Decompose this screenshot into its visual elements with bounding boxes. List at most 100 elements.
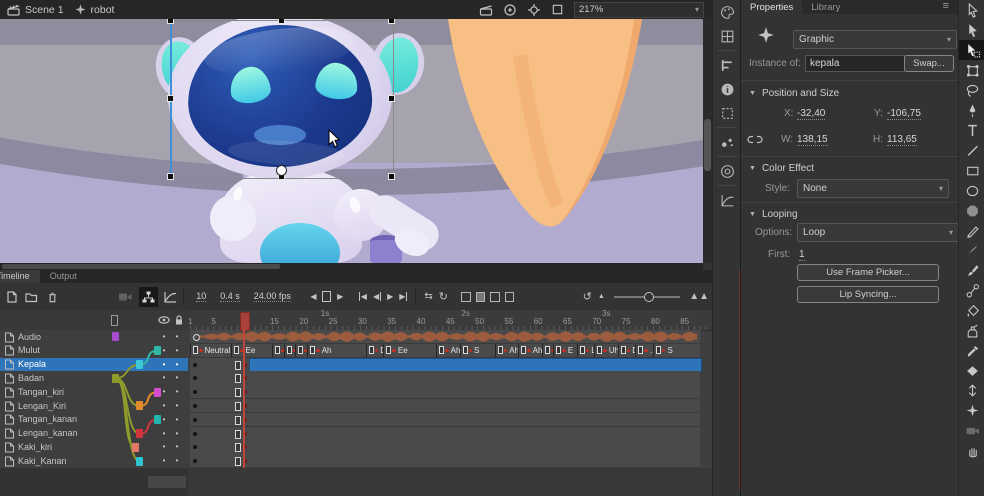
- step-forward-icon[interactable]: ▶: [337, 292, 343, 301]
- stage-horizontal-scrollbar[interactable]: [0, 263, 703, 270]
- layer-row-kepala[interactable]: Kepala••: [0, 358, 188, 373]
- mouth-keyframe-f[interactable]: F: [295, 344, 307, 357]
- width-tool[interactable]: [959, 380, 984, 400]
- zoom-in-frames-icon[interactable]: ▲▲: [689, 291, 709, 302]
- previous-frame-icon[interactable]: ◀: [373, 292, 381, 301]
- use-frame-picker-button[interactable]: Use Frame Picker...: [797, 264, 939, 281]
- selected-frame-range[interactable]: [249, 358, 702, 372]
- link-width-height-icon[interactable]: [747, 133, 763, 146]
- layer-row-lengan_kanan[interactable]: Lengan_kanan••: [0, 427, 188, 442]
- rig-block[interactable]: [136, 360, 143, 369]
- empty-keyframe-marker[interactable]: [235, 374, 241, 383]
- keyframe-frame1[interactable]: [193, 363, 197, 367]
- visibility-column-eye-icon[interactable]: [157, 313, 171, 327]
- new-folder-button[interactable]: [24, 290, 38, 304]
- bone-tool[interactable]: [959, 280, 984, 300]
- classic-brush-tool[interactable]: [959, 260, 984, 280]
- frame-row-kaki_kiri[interactable]: [188, 440, 712, 454]
- frame-row-lengan_kiri[interactable]: [188, 399, 712, 413]
- keyframe-frame1[interactable]: [193, 376, 197, 380]
- rig-block[interactable]: [112, 332, 119, 341]
- position-size-section-header[interactable]: ▼Position and Size: [749, 88, 839, 99]
- frame-row-badan[interactable]: [188, 371, 712, 385]
- line-tool[interactable]: [959, 140, 984, 160]
- frame-span[interactable]: [190, 385, 700, 399]
- rig-block[interactable]: [154, 415, 161, 424]
- modify-markers-icon[interactable]: [505, 292, 515, 302]
- loop-playback-icon[interactable]: ↻: [439, 290, 448, 303]
- align-panel-button[interactable]: [713, 53, 741, 77]
- layer-row-mulut[interactable]: Mulut••: [0, 344, 188, 359]
- swap-button[interactable]: Swap...: [904, 55, 954, 72]
- layer-visibility-dot[interactable]: •: [158, 399, 170, 412]
- mouth-keyframe-d[interactable]: D: [272, 344, 284, 357]
- layer-lock-dot[interactable]: •: [171, 399, 183, 412]
- frame-rate-value[interactable]: 24.00 fps: [254, 291, 291, 302]
- playhead-marker[interactable]: [240, 312, 250, 331]
- scrollbar-thumb[interactable]: [704, 119, 711, 171]
- creative-cloud-panel-button[interactable]: [713, 159, 741, 183]
- motion-graph-panel-button[interactable]: [713, 188, 741, 212]
- layer-lock-dot[interactable]: •: [171, 344, 183, 357]
- frame-span[interactable]: [190, 358, 700, 372]
- lasso-tool[interactable]: [959, 80, 984, 100]
- edit-multiple-frames-icon[interactable]: [490, 292, 500, 302]
- camera-toggle-icon[interactable]: [118, 291, 133, 303]
- instance-name-field[interactable]: [805, 55, 905, 72]
- reset-timeline-zoom-icon[interactable]: ↺: [583, 290, 592, 303]
- tab-properties[interactable]: Properties: [741, 0, 802, 14]
- mouth-keyframe-ah[interactable]: Ah: [307, 344, 366, 357]
- empty-keyframe-marker[interactable]: [235, 430, 241, 439]
- layer-row-tangan_kiri[interactable]: Tangan_kiri••: [0, 385, 188, 400]
- layer-row-kaki_kiri[interactable]: Kaki_kiri••: [0, 440, 188, 455]
- polystar-tool[interactable]: [959, 200, 984, 220]
- stage-vertical-scrollbar[interactable]: [703, 19, 712, 263]
- mouth-keyframe-d[interactable]: D: [618, 344, 636, 357]
- delete-layer-button[interactable]: [46, 290, 59, 304]
- lip-syncing-button[interactable]: Lip Syncing...: [797, 286, 939, 303]
- rig-block[interactable]: [154, 346, 161, 355]
- mouth-keyframe-ah[interactable]: Ah: [518, 344, 541, 357]
- show-parenting-view-button[interactable]: [139, 287, 158, 307]
- new-layer-button[interactable]: [5, 290, 19, 304]
- color-effect-section-header[interactable]: ▼Color Effect: [749, 163, 814, 174]
- layer-row-tangan_kanan[interactable]: Tangan_kanan••: [0, 413, 188, 428]
- keyframe-frame1[interactable]: [193, 418, 197, 422]
- style-dropdown[interactable]: None▾: [797, 179, 949, 198]
- zoom-level-select[interactable]: 217% ▾: [574, 2, 704, 18]
- layer-lock-dot[interactable]: •: [171, 454, 183, 467]
- transform-panel-button[interactable]: [713, 101, 741, 125]
- transform-handle[interactable]: [389, 96, 394, 101]
- behavior-dropdown[interactable]: Graphic▾: [793, 30, 957, 49]
- empty-keyframe-marker[interactable]: [235, 388, 241, 397]
- mouth-keyframe-ee[interactable]: Ee: [383, 344, 436, 357]
- empty-keyframe-marker[interactable]: [235, 416, 241, 425]
- pencil-tool[interactable]: [959, 220, 984, 240]
- play-icon[interactable]: ▶: [387, 292, 393, 301]
- rig-block[interactable]: [112, 374, 119, 383]
- slider-knob[interactable]: [644, 292, 654, 302]
- keyframe-frame1[interactable]: [193, 432, 197, 436]
- layer-lock-dot[interactable]: •: [171, 371, 183, 384]
- center-playhead-icon[interactable]: ⇆: [424, 291, 432, 302]
- layer-visibility-dot[interactable]: •: [158, 358, 170, 371]
- frame-row-kaki_kanan[interactable]: [188, 454, 712, 468]
- frame-row-tangan_kiri[interactable]: [188, 385, 712, 399]
- mouth-keyframe-neutral[interactable]: Neutral: [190, 344, 231, 357]
- clip-content-icon[interactable]: [551, 3, 564, 16]
- frame-row-mulut[interactable]: NeutralEeDEeFAhDEeAhSAhAhMELUhD...S: [188, 344, 712, 358]
- frame-span[interactable]: [190, 330, 700, 344]
- free-transform-tool[interactable]: [959, 60, 984, 80]
- frame-span[interactable]: [190, 371, 700, 385]
- loop-options-dropdown[interactable]: Loop▾: [797, 223, 959, 242]
- onion-skin-icon[interactable]: [461, 292, 471, 302]
- timeline-zoom-slider[interactable]: [614, 296, 680, 298]
- pen-tool[interactable]: [959, 100, 984, 120]
- rig-block[interactable]: [154, 388, 161, 397]
- empty-keyframe-marker[interactable]: [235, 443, 241, 452]
- frame-span[interactable]: [190, 454, 700, 468]
- layer-lock-dot[interactable]: •: [171, 385, 183, 398]
- ink-bottle-tool[interactable]: [959, 320, 984, 340]
- swatches-panel-button[interactable]: [713, 24, 741, 48]
- mouth-keyframe-...[interactable]: ...: [635, 344, 653, 357]
